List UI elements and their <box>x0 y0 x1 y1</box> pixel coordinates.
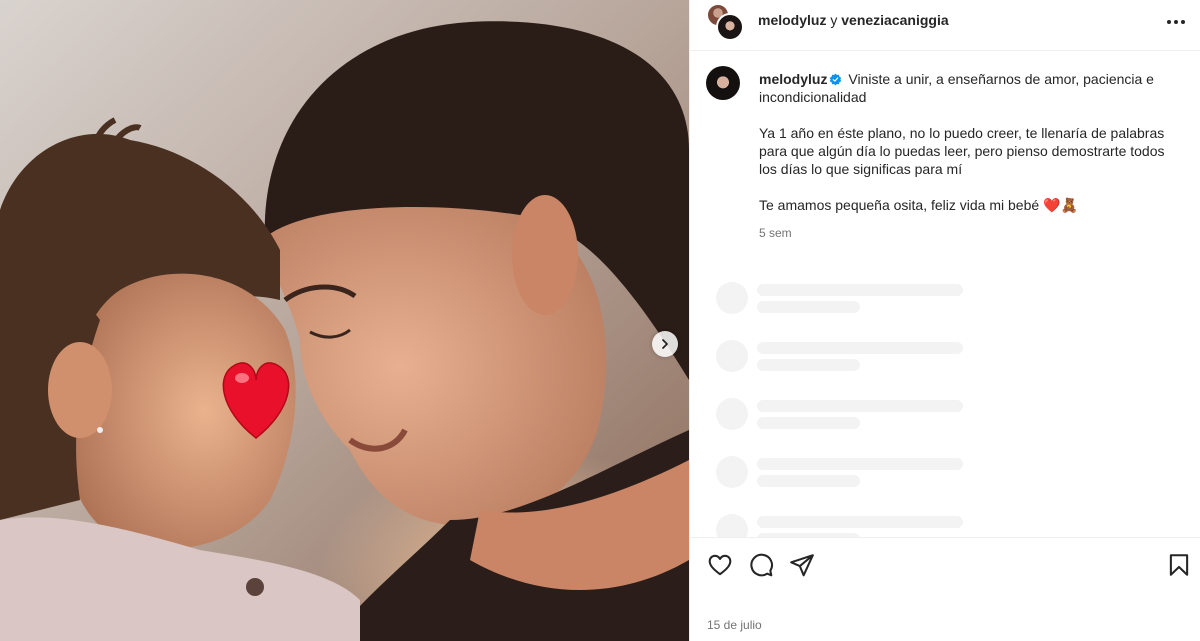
post-photo <box>0 0 689 641</box>
header-conjunction: y <box>830 12 838 28</box>
avatar[interactable] <box>706 66 740 100</box>
share-icon <box>790 554 814 577</box>
more-horizontal-icon <box>1167 20 1185 24</box>
header-title: melodyluz y veneziacaniggia <box>758 12 949 28</box>
skeleton-line <box>757 400 963 412</box>
share-button[interactable] <box>789 552 815 578</box>
caption-first-paragraph: melodyluz Viniste a unir, a enseñarnos d… <box>759 70 1179 106</box>
post-media[interactable] <box>0 0 689 641</box>
header-username-1[interactable]: melodyluz <box>758 12 826 28</box>
post-actions: 15 de julio <box>690 537 1200 641</box>
skeleton-line <box>757 475 860 487</box>
comment-skeleton <box>716 282 976 316</box>
comment-icon <box>750 553 773 577</box>
caption-username[interactable]: melodyluz <box>759 71 827 87</box>
caption-line-2: Ya 1 año en éste plano, no lo puedo cree… <box>759 125 1165 177</box>
skeleton-line <box>757 417 860 429</box>
more-options-button[interactable] <box>1164 10 1188 34</box>
skeleton-avatar <box>716 398 748 430</box>
skeleton-line <box>757 359 860 371</box>
skeleton-line <box>757 342 963 354</box>
caption-line-3: Te amamos pequeña osita, feliz vida mi b… <box>759 197 1078 213</box>
skeleton-line <box>757 284 963 296</box>
post-date[interactable]: 15 de julio <box>707 618 762 632</box>
collab-avatars[interactable] <box>706 3 744 41</box>
caption-body: melodyluz Viniste a unir, a enseñarnos d… <box>759 70 1179 242</box>
skeleton-line <box>757 516 963 528</box>
comment-skeleton <box>716 340 976 374</box>
next-slide-button[interactable] <box>652 331 678 357</box>
verified-badge-icon <box>830 73 842 86</box>
comment-skeleton <box>716 398 976 432</box>
avatar[interactable] <box>716 13 744 41</box>
skeleton-line <box>757 301 860 313</box>
skeleton-avatar <box>716 456 748 488</box>
post-header: melodyluz y veneziacaniggia <box>690 0 1200 51</box>
bookmark-icon <box>1169 554 1189 576</box>
chevron-right-icon <box>662 339 668 349</box>
caption-timestamp[interactable]: 5 sem <box>759 224 1179 242</box>
heart-icon <box>708 554 732 576</box>
like-button[interactable] <box>707 552 733 578</box>
skeleton-line <box>757 458 963 470</box>
comment-button[interactable] <box>748 552 774 578</box>
comment-skeleton <box>716 456 976 490</box>
skeleton-avatar <box>716 282 748 314</box>
post-side-panel: melodyluz y veneziacaniggia melodyluz Vi… <box>689 0 1200 641</box>
save-button[interactable] <box>1166 552 1192 578</box>
skeleton-avatar <box>716 340 748 372</box>
header-username-2[interactable]: veneziacaniggia <box>841 12 948 28</box>
